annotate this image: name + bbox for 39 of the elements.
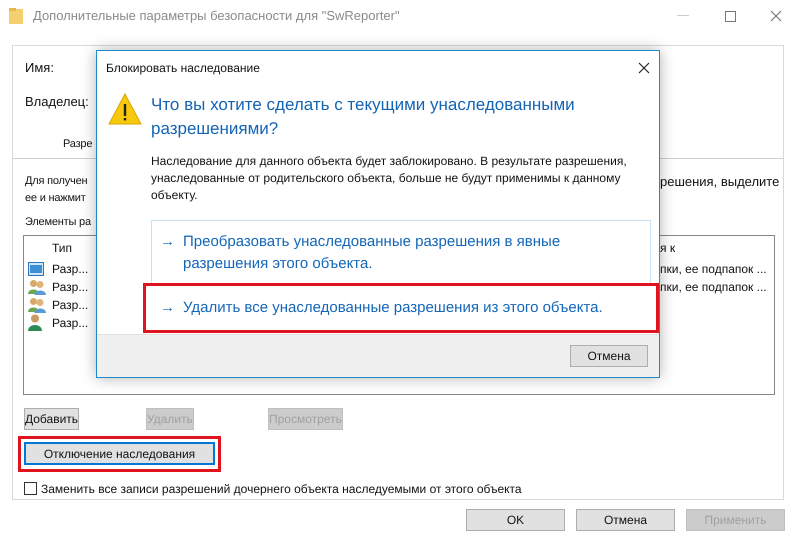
checkbox[interactable] [24,482,37,495]
warning-icon [108,93,142,125]
arrow-glyph: → [160,232,175,252]
entries-label: Элементы ра [25,215,91,230]
field-label: Имя: [25,59,54,77]
monitor-icon [28,262,44,276]
user-group-icon [28,278,46,294]
table-cell-text: Разр... [52,278,88,296]
dialog-title: Блокировать наследование [106,60,260,77]
instruction-text: ее и нажмит [25,191,86,206]
table-cell-text: пки, ее подпапок ... [660,278,768,296]
dialog-button[interactable]: Отмена [576,509,675,531]
option-text: Преобразовать унаследованные разрешения в явные разрешения этого объекта. [183,232,562,274]
table-cell-text: пки, ее подпапок ... [660,260,768,278]
entry-button[interactable]: Добавить [24,408,80,430]
instruction-text: решения, выделите [660,173,780,190]
tab[interactable]: Разре [63,136,92,152]
table-cell-text: Разр... [52,260,88,278]
cancel-button[interactable]: Отмена [570,345,648,367]
disable-inheritance-button[interactable]: Отключение наследования [24,442,215,465]
window-title: Дополнительные параметры безопасности для "SwReporter" [33,7,400,26]
table-cell-text: Разр... [52,296,88,314]
close-icon[interactable] [638,62,650,74]
folder-icon [9,8,23,24]
user-icon [28,314,42,331]
dialog-description: Наследование для данного объекта будет заблокировано. В результате разрешения, унаследованные от родительского объекта, больше не будут применимы к данному объекту. [151,153,628,204]
table-cell-text: Разр... [52,314,88,332]
option-link[interactable]: → Удалить все унаследованные разрешения из этого объекта. [143,283,659,333]
option-link[interactable]: → Преобразовать унаследованные разрешения в явные разрешения этого объекта. [152,231,650,275]
column-header[interactable]: я к [660,238,774,256]
checkbox-label: Заменить все записи разрешений дочернего объекта наследуемыми от этого объекта [41,480,522,498]
arrow-glyph: → [160,298,175,318]
option-text: Удалить все унаследованные разрешения из этого объекта. [183,298,603,318]
user-group-icon [28,296,46,312]
field-label: Владелец: [25,92,89,111]
maximize-icon[interactable] [725,10,736,22]
instruction-text: Для получен [25,174,88,189]
dialog-button[interactable]: OK [466,509,565,531]
dialog-question: Что вы хотите сделать с текущими унаследованными разрешениями? [151,94,576,140]
